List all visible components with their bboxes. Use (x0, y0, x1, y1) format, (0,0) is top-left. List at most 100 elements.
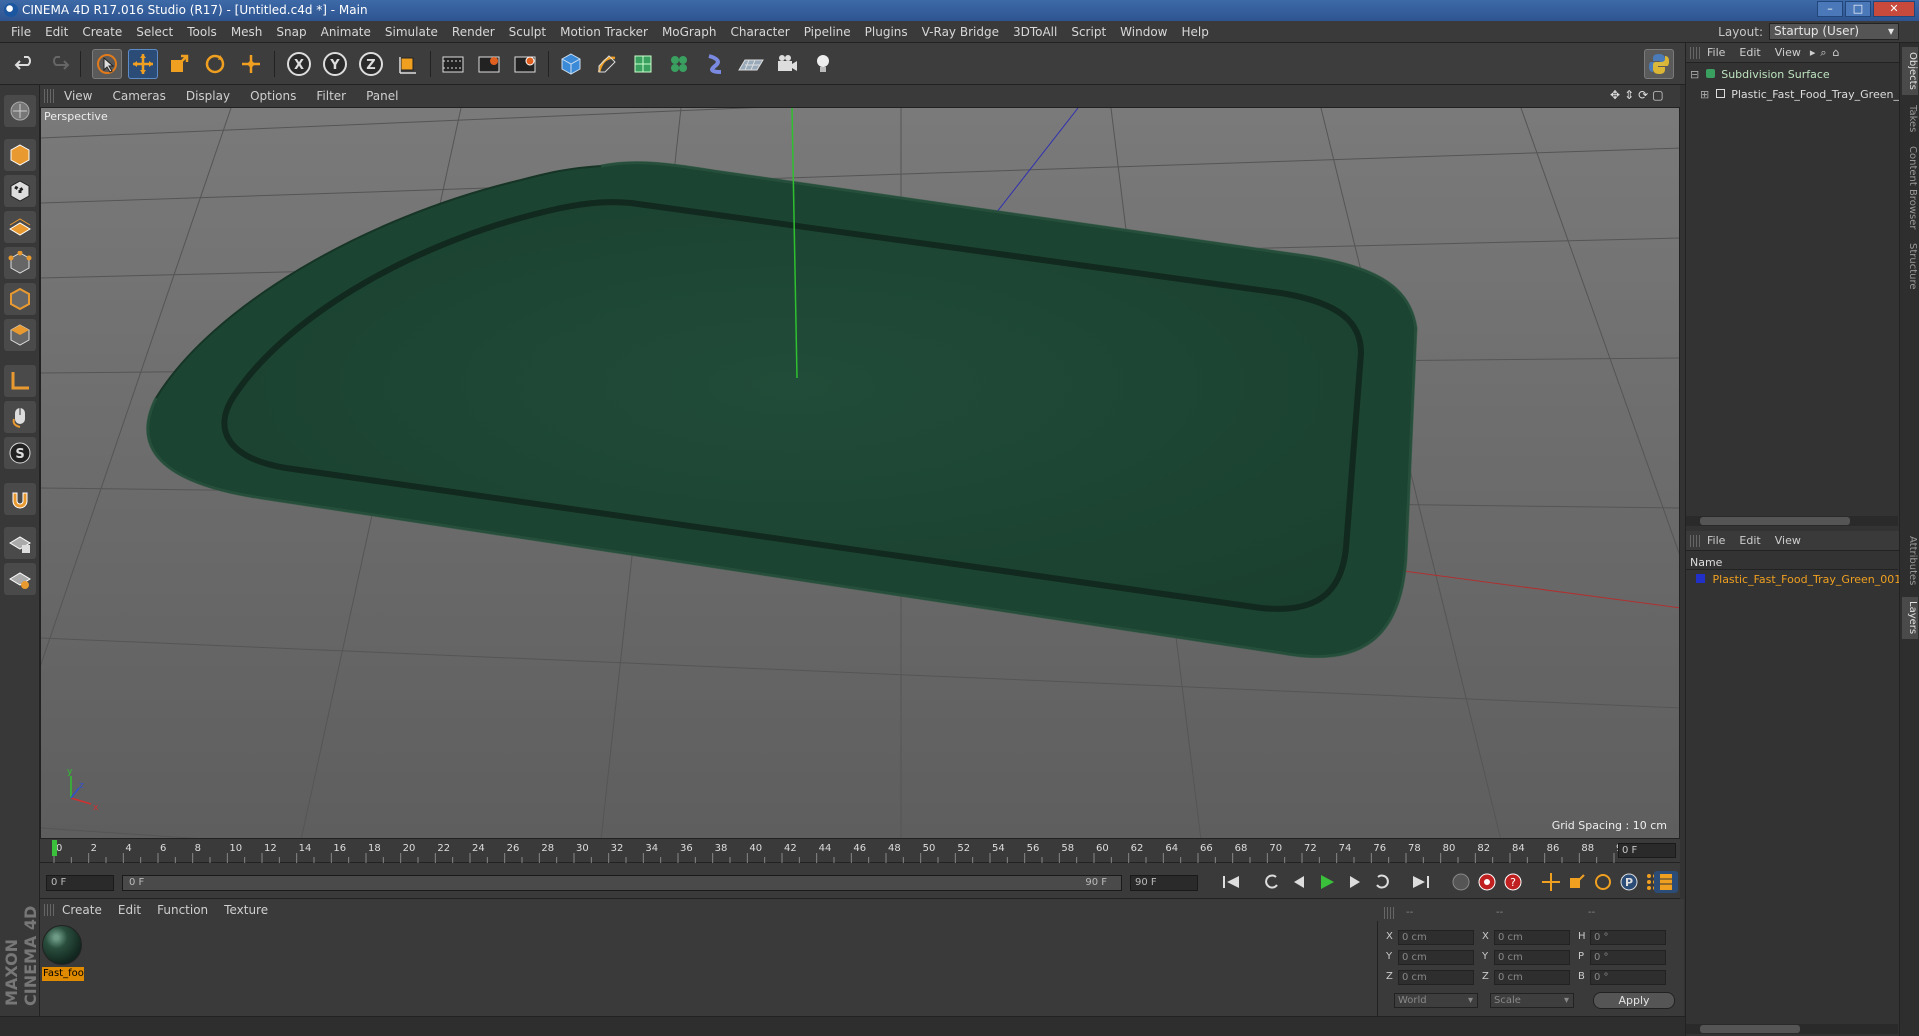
key-parameter-icon[interactable]: P (1618, 871, 1640, 893)
timeline-playhead[interactable] (52, 840, 57, 856)
previous-key-icon[interactable] (1260, 871, 1282, 893)
viewport-menu-cameras[interactable]: Cameras (102, 89, 175, 103)
pen-icon[interactable] (592, 49, 622, 79)
start-frame-field[interactable]: 0 F (46, 875, 114, 891)
apply-button[interactable]: Apply (1593, 992, 1675, 1009)
planar-workplane-icon[interactable] (4, 563, 36, 595)
object-home-icon[interactable]: ⌂ (1830, 46, 1843, 59)
object-menu-edit[interactable]: Edit (1732, 46, 1767, 59)
menu-tools[interactable]: Tools (180, 25, 224, 39)
position-x-field[interactable]: 0 cm (1398, 930, 1474, 945)
cloner-icon[interactable] (664, 49, 694, 79)
menu-plugins[interactable]: Plugins (858, 25, 915, 39)
workplane-icon[interactable] (4, 211, 36, 243)
menu-select[interactable]: Select (129, 25, 180, 39)
material-menu-edit[interactable]: Edit (110, 903, 149, 917)
menu-motion-tracker[interactable]: Motion Tracker (553, 25, 655, 39)
menu-pipeline[interactable]: Pipeline (797, 25, 858, 39)
menu-create[interactable]: Create (75, 25, 129, 39)
layer-menu-file[interactable]: File (1700, 534, 1732, 547)
position-z-field[interactable]: 0 cm (1398, 970, 1474, 985)
preview-range-slider[interactable]: 0 F 90 F (122, 875, 1122, 891)
previous-frame-icon[interactable] (1288, 871, 1310, 893)
tweak-mode-icon[interactable] (4, 401, 36, 433)
live-selection-icon[interactable] (92, 49, 122, 79)
pan-view-icon[interactable]: ✥ (1610, 88, 1620, 102)
next-frame-icon[interactable] (1344, 871, 1366, 893)
object-manager-scrollbar[interactable] (1686, 516, 1898, 526)
floor-icon[interactable] (736, 49, 766, 79)
layer-menu-view[interactable]: View (1768, 534, 1808, 547)
menu-window[interactable]: Window (1113, 25, 1174, 39)
material-menu-create[interactable]: Create (54, 903, 110, 917)
tab-objects[interactable]: Objects (1902, 47, 1918, 95)
key-rotation-icon[interactable] (1592, 871, 1614, 893)
viewport-menu-view[interactable]: View (54, 89, 102, 103)
rotate-icon[interactable] (200, 49, 230, 79)
size-y-field[interactable]: 0 cm (1494, 950, 1570, 965)
layout-dropdown[interactable]: Startup (User) ▾ (1769, 23, 1899, 40)
tab-attributes[interactable]: Attributes (1902, 531, 1918, 591)
lock-workplane-icon[interactable] (4, 527, 36, 559)
render-view-icon[interactable] (438, 49, 468, 79)
menu-3dtoall[interactable]: 3DToAll (1006, 25, 1064, 39)
make-editable-icon[interactable] (4, 95, 36, 127)
edit-render-settings-icon[interactable] (510, 49, 540, 79)
layer-menu-edit[interactable]: Edit (1732, 534, 1767, 547)
object-menu-more-icon[interactable]: ▸ (1808, 46, 1818, 59)
next-key-icon[interactable] (1372, 871, 1394, 893)
autokeying-icon[interactable] (1476, 871, 1498, 893)
close-button[interactable]: ✕ (1873, 1, 1915, 17)
python-icon[interactable] (1644, 49, 1674, 79)
material-menu-texture[interactable]: Texture (216, 903, 276, 917)
maximize-button[interactable]: □ (1845, 1, 1871, 17)
render-picture-viewer-icon[interactable] (474, 49, 504, 79)
z-axis-icon[interactable]: Z (356, 49, 386, 79)
polygons-mode-icon[interactable] (4, 319, 36, 351)
rotate-view-icon[interactable]: ⟳ (1638, 88, 1648, 102)
menu-mesh[interactable]: Mesh (224, 25, 270, 39)
key-scale-icon[interactable] (1566, 871, 1588, 893)
go-to-end-icon[interactable] (1410, 871, 1432, 893)
perspective-viewport[interactable]: y x z Perspective Grid Spacing : 10 cm (40, 107, 1680, 839)
size-z-field[interactable]: 0 cm (1494, 970, 1570, 985)
material-swatch[interactable]: Fast_foo (42, 925, 84, 983)
menu-snap[interactable]: Snap (269, 25, 313, 39)
layer-item[interactable]: Plastic_Fast_Food_Tray_Green_001 (1696, 573, 1901, 586)
timeline-ruler[interactable]: 0 2 4 6 8 10 12 14 16 18 20 22 24 26 28 30 32 34 36 38 40 42 4… (40, 839, 1680, 863)
go-to-start-icon[interactable] (1220, 871, 1242, 893)
move-icon[interactable] (128, 49, 158, 79)
menu-help[interactable]: Help (1174, 25, 1215, 39)
rotation-b-field[interactable]: 0 ° (1590, 970, 1666, 985)
camera-icon[interactable] (772, 49, 802, 79)
key-position-icon[interactable] (1540, 871, 1562, 893)
layer-manager-scrollbar[interactable] (1686, 1024, 1898, 1034)
position-y-field[interactable]: 0 cm (1398, 950, 1474, 965)
size-mode-dropdown[interactable]: Scale ▾ (1490, 993, 1574, 1008)
axis-mode-icon[interactable] (4, 365, 36, 397)
rotation-h-field[interactable]: 0 ° (1590, 930, 1666, 945)
menu-sculpt[interactable]: Sculpt (502, 25, 553, 39)
end-frame-field[interactable]: 90 F (1130, 875, 1198, 891)
menu-mograph[interactable]: MoGraph (655, 25, 724, 39)
current-frame-field[interactable]: 0 F (1618, 843, 1676, 858)
solo-icon[interactable]: S (4, 437, 36, 469)
viewport-menu-filter[interactable]: Filter (306, 89, 356, 103)
keyframe-selection-icon[interactable]: ? (1502, 871, 1524, 893)
subdivision-icon[interactable] (628, 49, 658, 79)
tab-layers[interactable]: Layers (1902, 597, 1918, 639)
menu-animate[interactable]: Animate (314, 25, 378, 39)
tree-item-subdivision-surface[interactable]: ⊟ Subdivision Surface (1690, 68, 1830, 81)
menu-render[interactable]: Render (445, 25, 502, 39)
menu-file[interactable]: File (4, 25, 38, 39)
menu-script[interactable]: Script (1064, 25, 1113, 39)
object-menu-view[interactable]: View (1768, 46, 1808, 59)
x-axis-icon[interactable]: X (284, 49, 314, 79)
material-menu-function[interactable]: Function (149, 903, 216, 917)
tab-takes[interactable]: Takes (1902, 101, 1918, 137)
object-menu-file[interactable]: File (1700, 46, 1732, 59)
points-mode-icon[interactable] (4, 247, 36, 279)
model-mode-icon[interactable] (4, 139, 36, 171)
coordinate-mode-dropdown[interactable]: World ▾ (1394, 993, 1478, 1008)
light-icon[interactable] (808, 49, 838, 79)
